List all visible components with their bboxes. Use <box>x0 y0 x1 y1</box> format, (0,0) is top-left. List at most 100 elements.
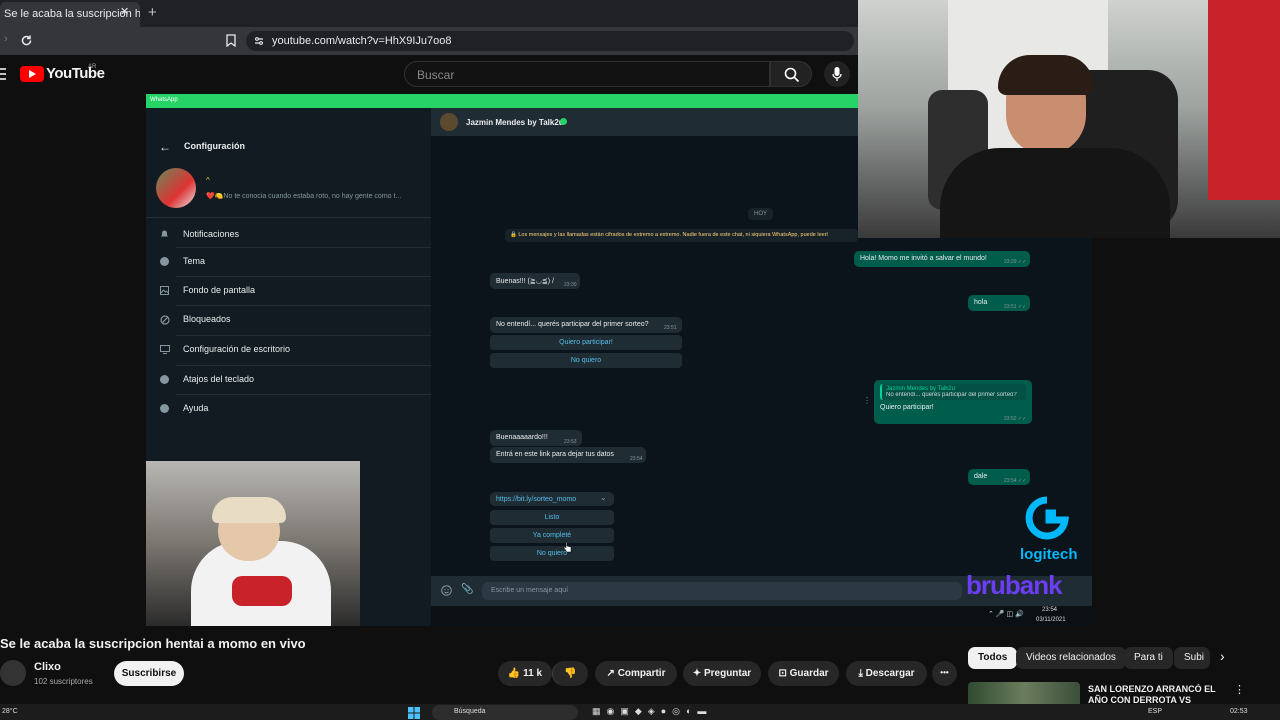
message-text: Quiero participar! <box>880 404 934 411</box>
guest-webcam <box>146 461 360 626</box>
settings-menu: Notificaciones Tema Fondo de pantalla Bl… <box>146 218 431 458</box>
menu-item-shortcuts[interactable]: Atajos del teclado <box>146 366 431 395</box>
button-ya-complete[interactable]: Ya completé <box>490 528 614 543</box>
message-time: 23:29 ✓✓ <box>1004 259 1027 265</box>
reply-button-participate[interactable]: Quiero participar! <box>490 335 682 350</box>
taskbar-app-icons[interactable]: ▦◉▣◆◈●◎◐▬ <box>592 706 712 717</box>
back-arrow-icon[interactable]: ← <box>159 140 171 154</box>
date-badge: HOY <box>748 208 774 220</box>
link-text[interactable]: https://bit.ly/sorteo_momo <box>496 496 576 503</box>
emoji-icon[interactable] <box>441 585 452 596</box>
menu-item-label: Ayuda <box>183 403 209 413</box>
menu-item-label: Atajos del teclado <box>183 374 255 384</box>
chevron-down-icon[interactable]: ⌄ <box>600 493 607 502</box>
menu-item-label: Bloqueados <box>183 314 231 324</box>
message-incoming[interactable]: No entendí... querés participar del prim… <box>490 317 682 333</box>
subscriber-count: 102 suscriptores <box>34 677 93 686</box>
menu-item-label: Tema <box>183 256 206 266</box>
dislike-button[interactable]: 👎 <box>552 661 588 686</box>
new-tab-button[interactable]: + <box>148 4 157 21</box>
message-incoming[interactable]: Entrá en este link para dejar tus datos <box>490 447 646 463</box>
whatsapp-app-bar: WhatsApp <box>146 94 858 108</box>
menu-item-label: Notificaciones <box>183 229 240 239</box>
chip-uploaded[interactable]: Subi <box>1174 647 1210 669</box>
profile-avatar[interactable] <box>156 168 196 208</box>
thumbs-down-icon: 👎 <box>564 668 577 679</box>
logitech-logo-text: logitech <box>1020 546 1078 563</box>
webcam-hoodie-logo <box>232 576 292 606</box>
menu-item-wallpaper[interactable]: Fondo de pantalla <box>146 277 431 306</box>
message-time: 23:30 <box>564 282 577 288</box>
menu-item-theme[interactable]: Tema <box>146 248 431 276</box>
subscribe-button[interactable]: Suscribirse <box>114 661 184 686</box>
menu-item-notifications[interactable]: Notificaciones <box>146 221 431 247</box>
menu-item-blocked[interactable]: Bloqueados <box>146 306 431 335</box>
url-bar[interactable]: youtube.com/watch?v=HhX9IJu7oo8 <box>246 31 854 51</box>
message-text: dale <box>974 473 988 480</box>
message-options-icon[interactable]: ⋮ <box>863 396 871 405</box>
message-input[interactable]: Escribe un mensaje aquí <box>482 582 962 600</box>
save-label: Guardar <box>789 668 829 679</box>
menu-item-label: Fondo de pantalla <box>183 285 256 295</box>
webcam-hair <box>998 55 1094 95</box>
link-message[interactable]: https://bit.ly/sorteo_momo <box>490 492 614 506</box>
close-tab-icon[interactable]: ✕ <box>120 5 129 18</box>
message-time: 23:51 ✓✓ <box>1004 304 1027 310</box>
download-button[interactable]: ⤓ Descargar <box>846 661 927 686</box>
contact-avatar[interactable] <box>440 113 458 131</box>
chip-related[interactable]: Videos relacionados <box>1016 647 1126 669</box>
keyboard-icon <box>160 375 169 384</box>
profile-name-emoji: ^ <box>206 176 210 185</box>
chip-for-you[interactable]: Para ti <box>1124 647 1173 669</box>
reply-button-decline[interactable]: No quiero <box>490 353 682 368</box>
video-tray-icons: ⌃ 🎤 ◫ 🔊 <box>988 611 1024 618</box>
related-video-title[interactable]: SAN LORENZO ARRANCÓ EL AÑO CON DERROTA V… <box>1088 684 1228 704</box>
cursor-hand-icon <box>563 541 572 553</box>
share-icon: ↗ <box>606 668 615 679</box>
search-input[interactable]: Buscar <box>404 61 770 87</box>
message-text: Buenas!!! (≧◡≦) / <box>496 278 554 285</box>
menu-item-help[interactable]: Ayuda <box>146 395 431 424</box>
more-actions-button[interactable]: ••• <box>932 661 957 686</box>
button-listo[interactable]: Listo <box>490 510 614 525</box>
ask-button[interactable]: ✦ Preguntar <box>683 661 761 686</box>
attach-icon[interactable]: 📎 <box>461 584 473 595</box>
message-time: 23:53 <box>564 439 577 445</box>
message-time: 23:54 ✓✓ <box>1004 478 1027 484</box>
reload-icon[interactable] <box>20 34 33 47</box>
country-code: AR <box>88 64 97 70</box>
related-more-icon[interactable]: ⋮ <box>1234 683 1245 696</box>
share-button[interactable]: ↗ Compartir <box>595 661 677 686</box>
wallpaper-icon <box>160 286 169 295</box>
language-indicator[interactable]: ESP <box>1148 708 1162 715</box>
sparkle-icon: ✦ <box>692 668 702 679</box>
channel-avatar[interactable] <box>0 660 26 686</box>
channel-name[interactable]: Clixo <box>34 661 61 673</box>
whatsapp-app-name: WhatsApp <box>150 97 178 103</box>
related-video-thumbnail[interactable] <box>968 682 1080 704</box>
monitor-icon <box>160 345 170 354</box>
taskbar-search[interactable]: Búsqueda <box>432 705 578 720</box>
voice-search-button[interactable] <box>824 61 850 87</box>
button-no-quiero[interactable]: No quiero <box>490 546 614 561</box>
search-button[interactable] <box>770 61 812 87</box>
download-label: Descargar <box>865 668 915 679</box>
site-settings-icon[interactable] <box>254 36 264 46</box>
taskbar-search-label: Búsqueda <box>454 708 486 715</box>
bookmark-icon[interactable] <box>226 34 236 47</box>
chevron-right-icon[interactable]: › <box>1220 648 1225 664</box>
taskbar-clock[interactable]: 02:53 <box>1230 708 1248 715</box>
menu-item-desktop-settings[interactable]: Configuración de escritorio <box>146 336 431 365</box>
quoted-message: Jazmin Mendes by Talk2u No entendí... qu… <box>880 384 1026 400</box>
youtube-logo-icon[interactable] <box>20 66 44 82</box>
streamer-webcam <box>858 0 1280 238</box>
like-count: 11 k <box>523 668 543 679</box>
forward-icon[interactable]: › <box>4 33 8 45</box>
chip-all[interactable]: Todos <box>968 647 1018 669</box>
windows-start-icon[interactable] <box>408 707 420 719</box>
menu-icon[interactable] <box>0 68 6 80</box>
like-button[interactable]: 👍 11 k <box>498 661 552 686</box>
browser-tab[interactable]: Se le acaba la suscripcion hen... <box>0 2 140 27</box>
save-button[interactable]: ⊡ Guardar <box>768 661 839 686</box>
verified-icon <box>560 118 567 125</box>
